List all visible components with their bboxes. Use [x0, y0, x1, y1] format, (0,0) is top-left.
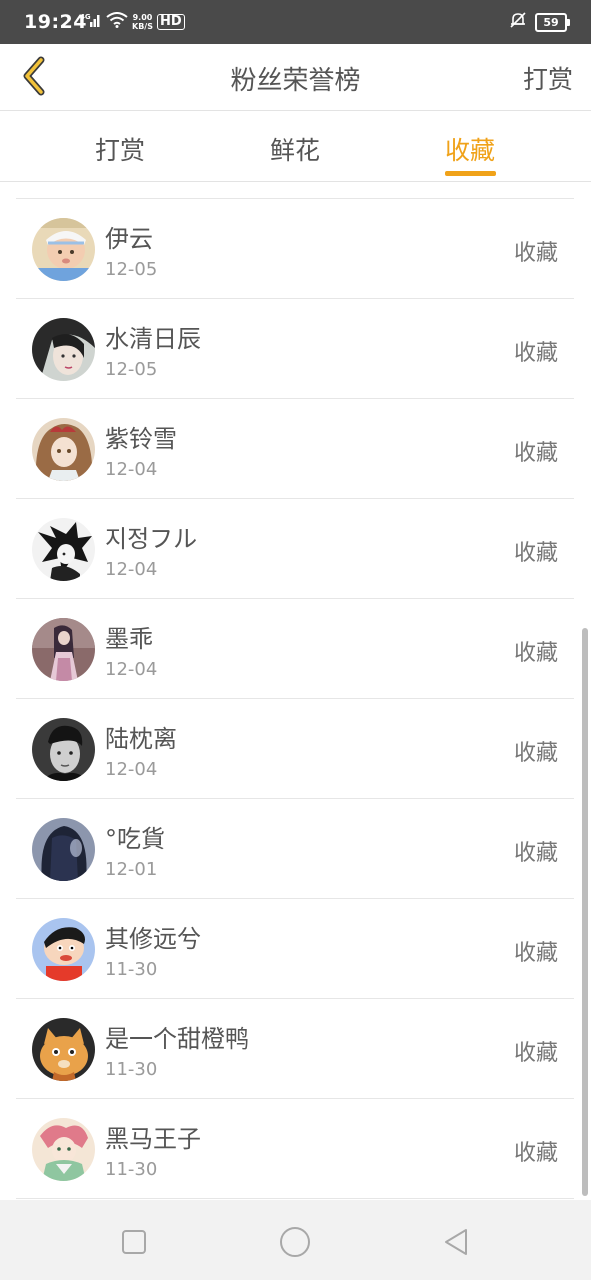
list-item[interactable]: °吃貨 12-01 收藏 [16, 799, 574, 899]
reward-button[interactable]: 打赏 [523, 60, 573, 96]
tab-flowers[interactable]: 鲜花 [235, 131, 355, 167]
list-item[interactable]: 其修远兮 11-30 收藏 [16, 899, 574, 999]
avatar [32, 818, 95, 881]
fan-date: 12-04 [105, 559, 158, 580]
tab-bar: 打赏 鲜花 收藏 [0, 111, 591, 182]
avatar [32, 1118, 95, 1181]
triangle-back-icon [445, 1229, 467, 1255]
list-item[interactable]: 지정フル 12-04 收藏 [16, 499, 574, 599]
avatar [32, 518, 95, 581]
fan-list[interactable]: 伊云 12-05 收藏 水清日辰 12-05 收藏 紫铃雪 12-04 收藏 지… [16, 198, 574, 1199]
fan-date: 11-30 [105, 1159, 158, 1180]
fan-date: 12-01 [105, 859, 158, 880]
list-item[interactable]: 黑马王子 11-30 收藏 [16, 1099, 574, 1199]
system-nav-bar [0, 1200, 591, 1280]
tab-reward[interactable]: 打赏 [60, 131, 180, 167]
wifi-icon [106, 12, 128, 32]
speed-unit: KB/S [132, 22, 153, 31]
list-item[interactable]: 墨乖 12-04 收藏 [16, 599, 574, 699]
status-bar: 19:24 4G 9.00 KB/S HD 59 [0, 0, 591, 44]
status-right: 59 [509, 11, 570, 33]
hd-icon: HD [156, 14, 185, 30]
fan-name: 黑马王子 [105, 1125, 201, 1153]
fan-name: 陆枕离 [105, 725, 177, 753]
tab-favorites[interactable]: 收藏 [410, 131, 530, 167]
network-speed: 9.00 KB/S [132, 13, 153, 31]
avatar [32, 1018, 95, 1081]
recents-button[interactable] [114, 1222, 154, 1262]
avatar [32, 918, 95, 981]
avatar [32, 218, 95, 281]
fan-action: 收藏 [513, 241, 558, 266]
square-icon [122, 1230, 146, 1254]
avatar [32, 618, 95, 681]
list-item[interactable]: 是一个甜橙鸭 11-30 收藏 [16, 999, 574, 1099]
list-item[interactable]: 紫铃雪 12-04 收藏 [16, 399, 574, 499]
fan-name: 是一个甜橙鸭 [105, 1025, 249, 1053]
avatar [32, 318, 95, 381]
nav-back-button[interactable] [436, 1222, 476, 1262]
fan-date: 12-04 [105, 459, 158, 480]
fan-date: 12-05 [105, 359, 158, 380]
fan-name: °吃貨 [105, 825, 165, 853]
signal-icon: 4G [80, 12, 102, 32]
fan-action: 收藏 [513, 641, 558, 666]
fan-date: 12-04 [105, 659, 158, 680]
circle-icon [280, 1227, 310, 1257]
fan-name: 伊云 [105, 225, 153, 253]
fan-action: 收藏 [513, 1041, 558, 1066]
fan-action: 收藏 [513, 841, 558, 866]
fan-date: 12-05 [105, 259, 158, 280]
speed-value: 9.00 [132, 13, 153, 22]
avatar [32, 718, 95, 781]
fan-name: 지정フル [105, 525, 198, 553]
active-tab-indicator [445, 171, 496, 176]
bell-off-icon [509, 11, 527, 33]
fan-action: 收藏 [513, 541, 558, 566]
list-item[interactable]: 水清日辰 12-05 收藏 [16, 299, 574, 399]
avatar [32, 418, 95, 481]
header: 粉丝荣誉榜 打赏 [0, 44, 591, 111]
fan-action: 收藏 [513, 1141, 558, 1166]
fan-action: 收藏 [513, 341, 558, 366]
scrollbar[interactable] [582, 628, 588, 1196]
fan-name: 墨乖 [105, 625, 153, 653]
fan-name: 其修远兮 [105, 925, 201, 953]
fan-action: 收藏 [513, 741, 558, 766]
battery-icon: 59 [535, 12, 570, 32]
home-button[interactable] [275, 1222, 315, 1262]
page-title: 粉丝荣誉榜 [230, 66, 361, 96]
fan-action: 收藏 [513, 441, 558, 466]
fan-name: 水清日辰 [105, 325, 201, 353]
fan-date: 11-30 [105, 1059, 158, 1080]
list-item[interactable]: 伊云 12-05 收藏 [16, 199, 574, 299]
fan-name: 紫铃雪 [105, 425, 177, 453]
fan-action: 收藏 [513, 941, 558, 966]
status-time: 19:24 [24, 11, 87, 33]
network-indicators: 4G 9.00 KB/S HD [80, 12, 185, 32]
svg-text:4G: 4G [80, 13, 91, 21]
list-item[interactable]: 陆枕离 12-04 收藏 [16, 699, 574, 799]
fan-date: 11-30 [105, 959, 158, 980]
fan-date: 12-04 [105, 759, 158, 780]
